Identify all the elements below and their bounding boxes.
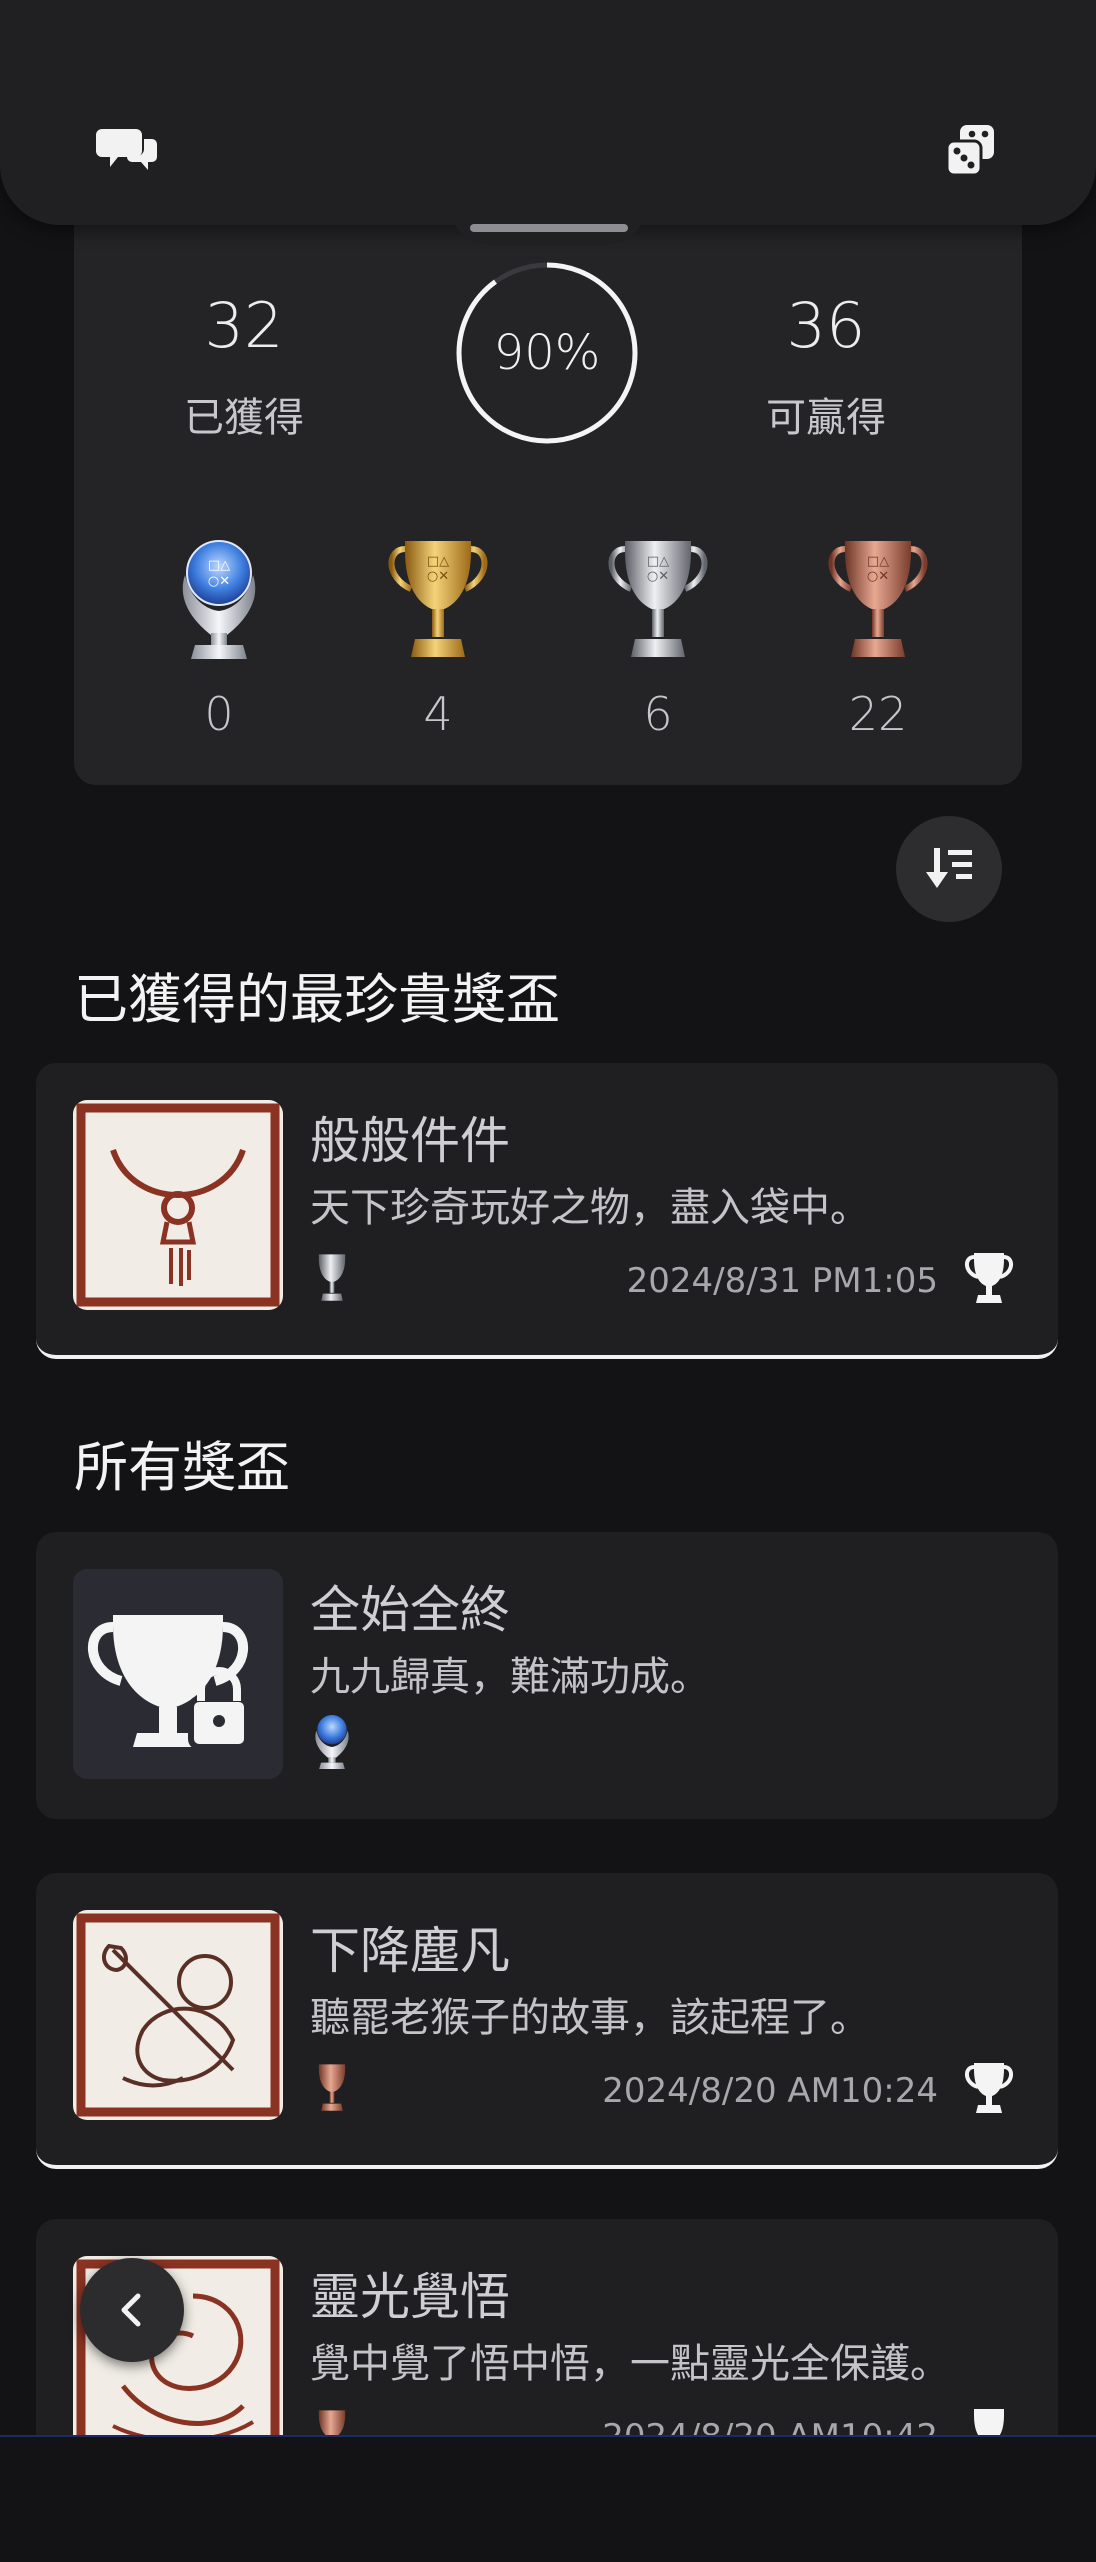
trophy-name: 般般件件: [310, 1112, 510, 1170]
sort-button[interactable]: [896, 816, 1002, 922]
svg-text:□△: □△: [208, 558, 230, 573]
chat-bubbles-icon[interactable]: [92, 115, 162, 185]
locked-trophy-artwork: [73, 1569, 283, 1779]
trophy-artwork: [73, 1100, 283, 1310]
trophy-artwork: [73, 1910, 283, 2120]
trophy-description: 聽罷老猴子的故事，該起程了。: [310, 1995, 870, 2041]
bronze-column: □△ ○✕ 22: [788, 535, 968, 741]
dice-icon[interactable]: [936, 115, 1006, 185]
platinum-count: 0: [204, 687, 234, 741]
svg-text:□△: □△: [867, 554, 889, 569]
gold-column: □△ ○✕ 4: [348, 535, 528, 741]
svg-text:○✕: ○✕: [427, 569, 449, 584]
svg-text:○✕: ○✕: [208, 574, 230, 589]
sheet-handle[interactable]: [470, 224, 628, 232]
rarest-section-title: 已獲得的最珍貴獎盃: [74, 968, 560, 1031]
back-button[interactable]: [80, 2258, 184, 2362]
all-trophies-section-title: 所有獎盃: [74, 1436, 290, 1499]
trophy-description: 九九歸真，難滿功成。: [310, 1654, 710, 1700]
svg-text:○✕: ○✕: [867, 569, 889, 584]
svg-text:○✕: ○✕: [647, 569, 669, 584]
trophy-earned-icon: [964, 2061, 1014, 2119]
trophy-summary: 32 已獲得 90% 36 可贏得 □△ ○✕ 0 □△ ○✕ 4 □△ ○✕ …: [74, 200, 1022, 785]
gold-count: 4: [423, 687, 453, 741]
earned-stat: 32 已獲得: [144, 295, 344, 443]
progress-text: 90%: [493, 325, 601, 381]
trophy-description: 天下珍奇玩好之物，盡入袋中。: [310, 1185, 870, 1231]
gold-trophy-icon: □△ ○✕: [388, 541, 488, 657]
earned-date: 2024/8/20 AM10:24: [602, 2071, 938, 2111]
silver-grade-icon: [310, 1251, 354, 1309]
rarest-trophy-card[interactable]: 般般件件 天下珍奇玩好之物，盡入袋中。 2024/8/31 PM1:05: [36, 1063, 1058, 1359]
earned-label: 已獲得: [184, 395, 304, 441]
platinum-grade-icon: [310, 1712, 354, 1776]
chevron-left-icon: [121, 2293, 141, 2327]
trophy-card[interactable]: 下降塵凡 聽罷老猴子的故事，該起程了。 2024/8/20 AM10:24: [36, 1873, 1058, 2169]
top-bar: [0, 0, 1096, 225]
earned-count: 32: [204, 289, 284, 362]
earned-date: 2024/8/31 PM1:05: [626, 1261, 938, 1301]
silver-trophy-icon: □△ ○✕: [608, 541, 708, 657]
available-count: 36: [786, 289, 866, 362]
trophy-earned-icon: [964, 1251, 1014, 1309]
platinum-trophy-icon: □△ ○✕: [182, 540, 256, 659]
svg-text:□△: □△: [647, 554, 669, 569]
trophy-card-locked[interactable]: 全始全終 九九歸真，難滿功成。: [36, 1532, 1058, 1819]
available-label: 可贏得: [766, 395, 886, 441]
locked-trophy-icon: [87, 1615, 250, 1750]
bronze-grade-icon: [310, 2061, 354, 2119]
platinum-column: □△ ○✕ 0: [129, 535, 309, 741]
silver-count: 6: [643, 687, 673, 741]
bronze-trophy-icon: □△ ○✕: [828, 541, 928, 657]
trophy-name: 靈光覺悟: [310, 2268, 510, 2326]
svg-text:□△: □△: [427, 554, 449, 569]
bottom-navigation-area: [0, 2435, 1096, 2562]
trophy-name: 下降塵凡: [310, 1922, 510, 1980]
available-stat: 36 可贏得: [726, 295, 926, 443]
sort-descending-icon: [926, 848, 972, 888]
bronze-count: 22: [848, 687, 908, 741]
trophy-name: 全始全終: [310, 1581, 510, 1639]
silver-column: □△ ○✕ 6: [568, 535, 748, 741]
trophy-description: 覺中覺了悟中悟，一點靈光全保護。: [310, 2341, 950, 2387]
